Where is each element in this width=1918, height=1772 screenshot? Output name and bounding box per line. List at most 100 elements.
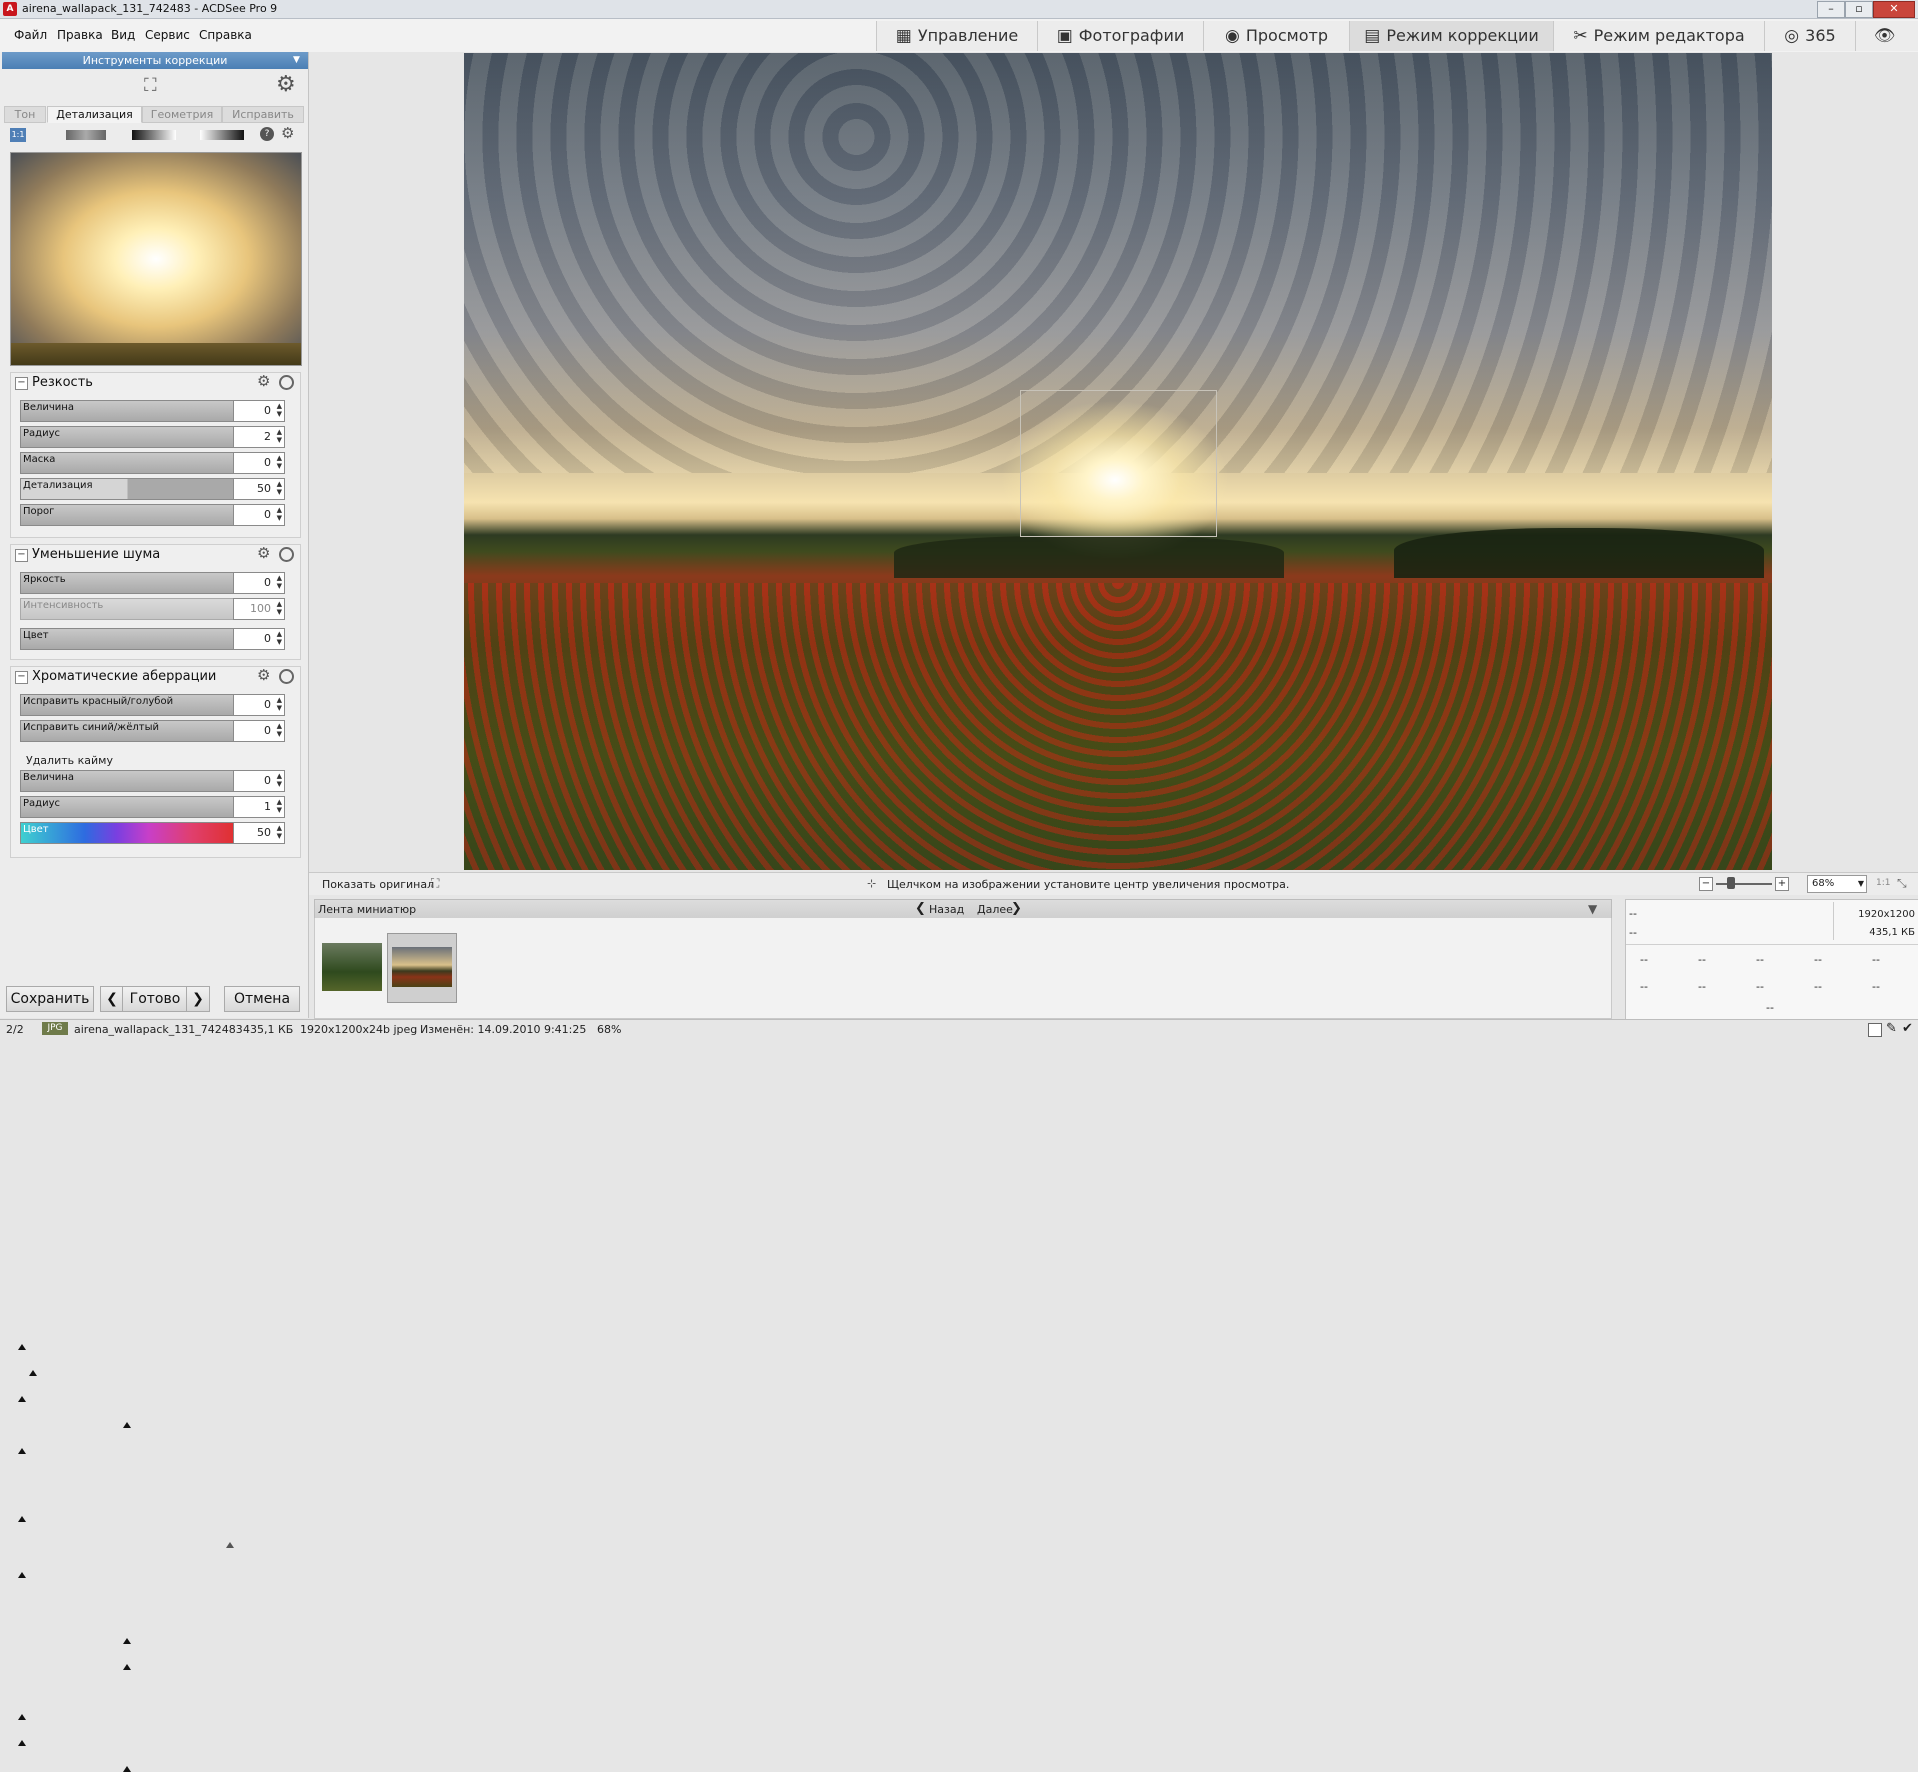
one-to-one-button[interactable]: 1:1 bbox=[1876, 878, 1890, 888]
spin-arrows-icon[interactable]: ▲ ▼ bbox=[277, 722, 282, 738]
fringe-color-slider[interactable]: Цвет bbox=[20, 822, 235, 1772]
zoom-out-icon[interactable]: − bbox=[1699, 877, 1713, 891]
fix-blue-yellow-input[interactable]: 0 ▲ ▼ bbox=[233, 720, 285, 742]
tab-geometry[interactable]: Геометрия bbox=[142, 106, 222, 123]
sharpness-settings-icon[interactable]: ⚙ bbox=[257, 372, 270, 390]
check-icon[interactable]: ✔ bbox=[1902, 1021, 1913, 1036]
spin-arrows-icon[interactable]: ▲ ▼ bbox=[277, 630, 282, 646]
sharpness-mask-input[interactable]: 0 ▲ ▼ bbox=[233, 452, 285, 474]
noise-reset-icon[interactable] bbox=[279, 547, 294, 562]
sharpness-radius-slider[interactable]: Радиус bbox=[20, 426, 235, 1376]
collapse-chroma-icon[interactable]: − bbox=[15, 671, 28, 684]
spin-arrows-icon[interactable]: ▲ ▼ bbox=[277, 506, 282, 522]
view-options-button[interactable]: 👁 bbox=[1855, 21, 1918, 51]
fringe-radius-input[interactable]: 1 ▲ ▼ bbox=[233, 796, 285, 818]
zoom-in-icon[interactable]: + bbox=[1775, 877, 1789, 891]
noise-settings-icon[interactable]: ⚙ bbox=[257, 544, 270, 562]
spin-arrows-icon[interactable]: ▲ ▼ bbox=[277, 454, 282, 470]
back-button[interactable]: Назад bbox=[929, 903, 964, 916]
zoom-slider[interactable] bbox=[1716, 883, 1772, 885]
zoom-slider-thumb[interactable] bbox=[1727, 877, 1735, 889]
tab-detail[interactable]: Детализация bbox=[47, 106, 142, 123]
zoom-select[interactable]: 68% ▼ bbox=[1807, 875, 1867, 893]
slider-thumb[interactable] bbox=[123, 1422, 131, 1428]
slider-thumb[interactable] bbox=[123, 1664, 131, 1670]
menu-file[interactable]: Файл bbox=[14, 28, 47, 42]
menu-tools[interactable]: Сервис bbox=[145, 28, 190, 42]
chroma-reset-icon[interactable] bbox=[279, 669, 294, 684]
menu-help[interactable]: Справка bbox=[199, 28, 252, 42]
sharpness-threshold-input[interactable]: 0 ▲ ▼ bbox=[233, 504, 285, 526]
slider-thumb[interactable] bbox=[18, 1516, 26, 1522]
noise-color-slider[interactable]: Цвет bbox=[18, 628, 235, 1578]
fix-red-cyan-slider[interactable]: Исправить красный/голубой bbox=[20, 694, 235, 1644]
sharpness-radius-input[interactable]: 2 ▲ ▼ bbox=[233, 426, 285, 448]
collapse-filmstrip-icon[interactable]: ▼ bbox=[1588, 902, 1597, 916]
help-icon[interactable]: ? bbox=[260, 127, 274, 141]
preset-icon[interactable]: ⛶ bbox=[144, 75, 157, 96]
prev-image-button[interactable]: ❮ bbox=[100, 986, 124, 1012]
sharpness-threshold-slider[interactable]: Порог bbox=[18, 504, 235, 1454]
chroma-settings-icon[interactable]: ⚙ bbox=[257, 666, 270, 684]
preview-settings-icon[interactable]: ⚙ bbox=[281, 124, 294, 142]
close-icon[interactable]: ✕ bbox=[1873, 1, 1915, 18]
next-button[interactable]: Далее bbox=[977, 903, 1013, 916]
zoom-1to1-icon[interactable]: 1:1 bbox=[10, 128, 26, 142]
mode-photos[interactable]: ▣ Фотографии bbox=[1037, 21, 1203, 51]
panel-dropdown-icon[interactable]: ▼ bbox=[293, 55, 300, 65]
slider-thumb[interactable] bbox=[18, 1714, 26, 1720]
collapse-noise-icon[interactable]: − bbox=[15, 549, 28, 562]
thumbnail-1[interactable] bbox=[322, 943, 382, 991]
slider-thumb[interactable] bbox=[18, 1448, 26, 1454]
slider-thumb[interactable] bbox=[18, 1740, 26, 1746]
tab-repair[interactable]: Исправить bbox=[222, 106, 304, 123]
minimize-icon[interactable]: – bbox=[1817, 1, 1845, 18]
fullscreen-icon[interactable]: ⛶ bbox=[431, 876, 439, 891]
slider-thumb[interactable] bbox=[123, 1766, 131, 1772]
fringe-amount-input[interactable]: 0 ▲ ▼ bbox=[233, 770, 285, 792]
slider-thumb[interactable] bbox=[123, 1638, 131, 1644]
slider-thumb[interactable] bbox=[18, 1396, 26, 1402]
mode-edit[interactable]: ✂ Режим редактора bbox=[1553, 21, 1764, 51]
single-view-icon[interactable] bbox=[1868, 1023, 1882, 1037]
fix-blue-yellow-slider[interactable]: Исправить синий/жёлтый bbox=[20, 720, 235, 1670]
noise-luminance-slider[interactable]: Яркость bbox=[18, 572, 235, 1522]
spin-arrows-icon[interactable]: ▲ ▼ bbox=[277, 824, 282, 840]
maximize-icon[interactable]: ▫ bbox=[1845, 1, 1873, 18]
spin-arrows-icon[interactable]: ▲ ▼ bbox=[277, 428, 282, 444]
menu-edit[interactable]: Правка bbox=[57, 28, 103, 42]
sharpness-amount-slider[interactable]: Величина bbox=[18, 400, 235, 1350]
next-image-button[interactable]: ❯ bbox=[186, 986, 210, 1012]
before-after-icon[interactable] bbox=[132, 130, 176, 140]
sharpness-detail-input[interactable]: 50 ▲ ▼ bbox=[233, 478, 285, 500]
pen-icon[interactable]: ✎ bbox=[1886, 1021, 1897, 1036]
slider-thumb[interactable] bbox=[18, 1344, 26, 1350]
fix-red-cyan-input[interactable]: 0 ▲ ▼ bbox=[233, 694, 285, 716]
sharpness-detail-slider[interactable]: Детализация bbox=[20, 478, 235, 1428]
chevron-left-icon[interactable]: ❮ bbox=[915, 901, 926, 916]
mode-view[interactable]: ◉ Просмотр bbox=[1203, 21, 1349, 51]
show-original-button[interactable]: Показать оригинал bbox=[322, 878, 434, 891]
collapse-sharpness-icon[interactable]: − bbox=[15, 377, 28, 390]
fringe-amount-slider[interactable]: Величина bbox=[18, 770, 235, 1720]
spin-arrows-icon[interactable]: ▲ ▼ bbox=[277, 402, 282, 418]
spin-arrows-icon[interactable]: ▲ ▼ bbox=[277, 798, 282, 814]
slider-thumb[interactable] bbox=[18, 1572, 26, 1578]
mode-develop[interactable]: ▤ Режим коррекции bbox=[1349, 21, 1553, 51]
spin-arrows-icon[interactable]: ▲ ▼ bbox=[277, 696, 282, 712]
spin-arrows-icon[interactable]: ▲ ▼ bbox=[277, 772, 282, 788]
mode-manage[interactable]: ▦ Управление bbox=[876, 21, 1037, 51]
menu-view[interactable]: Вид bbox=[111, 28, 135, 42]
spin-arrows-icon[interactable]: ▲ ▼ bbox=[277, 480, 282, 496]
done-button[interactable]: Готово bbox=[122, 986, 188, 1012]
spin-arrows-icon[interactable]: ▲ ▼ bbox=[277, 574, 282, 590]
settings-gear-icon[interactable]: ⚙ bbox=[276, 72, 296, 97]
after-before-icon[interactable] bbox=[200, 130, 244, 140]
tab-tone[interactable]: Тон bbox=[4, 106, 46, 123]
sharpness-amount-input[interactable]: 0 ▲ ▼ bbox=[233, 400, 285, 422]
thumbnail-2[interactable] bbox=[392, 947, 452, 987]
slider-thumb[interactable] bbox=[29, 1370, 37, 1376]
chevron-right-icon[interactable]: ❯ bbox=[1011, 901, 1022, 916]
noise-luminance-input[interactable]: 0 ▲ ▼ bbox=[233, 572, 285, 594]
sharpness-reset-icon[interactable] bbox=[279, 375, 294, 390]
